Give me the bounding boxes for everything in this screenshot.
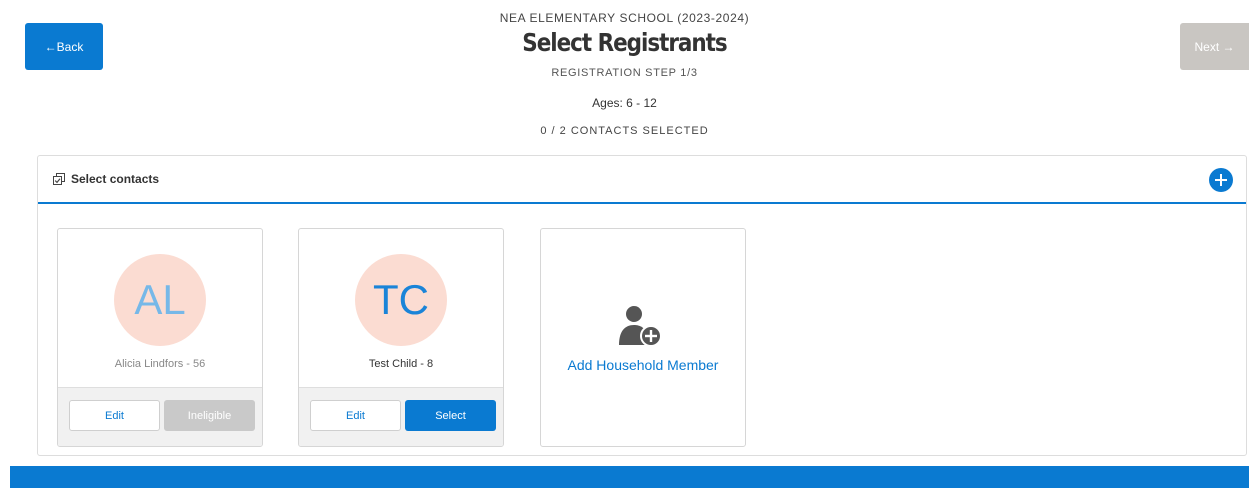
- edit-button[interactable]: Edit: [69, 400, 160, 431]
- select-contacts-icon: [53, 173, 65, 185]
- panel-header: Select contacts: [38, 156, 1246, 204]
- ineligible-button: Ineligible: [164, 400, 255, 431]
- add-household-member-label: Add Household Member: [567, 357, 719, 373]
- card-footer: Edit Select: [299, 387, 503, 446]
- registration-step: REGISTRATION STEP 1/3: [551, 67, 698, 79]
- contact-card-test-child: TC Test Child - 8 Edit Select: [298, 228, 504, 447]
- add-contact-button[interactable]: [1209, 168, 1233, 192]
- contact-card-alicia: AL Alicia Lindfors - 56 Edit Ineligible: [57, 228, 263, 447]
- add-household-member-card[interactable]: Add Household Member: [540, 228, 746, 447]
- next-button: Next →: [1180, 23, 1249, 70]
- panel-title: Select contacts: [71, 172, 160, 186]
- school-name: NEA ELEMENTARY SCHOOL (2023-2024): [499, 11, 750, 25]
- edit-button[interactable]: Edit: [310, 400, 401, 431]
- add-user-icon: [619, 306, 662, 347]
- contact-name: Test Child - 8: [368, 358, 434, 370]
- ages-range: Ages: 6 - 12: [592, 96, 657, 110]
- select-contacts-panel: Select contacts AL Alicia Lindfors - 56 …: [37, 155, 1247, 456]
- plus-icon: [1215, 174, 1227, 186]
- footer-bar: [10, 466, 1249, 488]
- card-footer: Edit Ineligible: [58, 387, 262, 446]
- page-title: Select Registrants: [522, 28, 727, 57]
- select-button[interactable]: Select: [405, 400, 496, 431]
- contacts-selected-count: 0 / 2 CONTACTS SELECTED: [540, 125, 709, 137]
- avatar: TC: [355, 254, 447, 346]
- avatar: AL: [114, 254, 206, 346]
- contact-name: Alicia Lindfors - 56: [114, 358, 206, 370]
